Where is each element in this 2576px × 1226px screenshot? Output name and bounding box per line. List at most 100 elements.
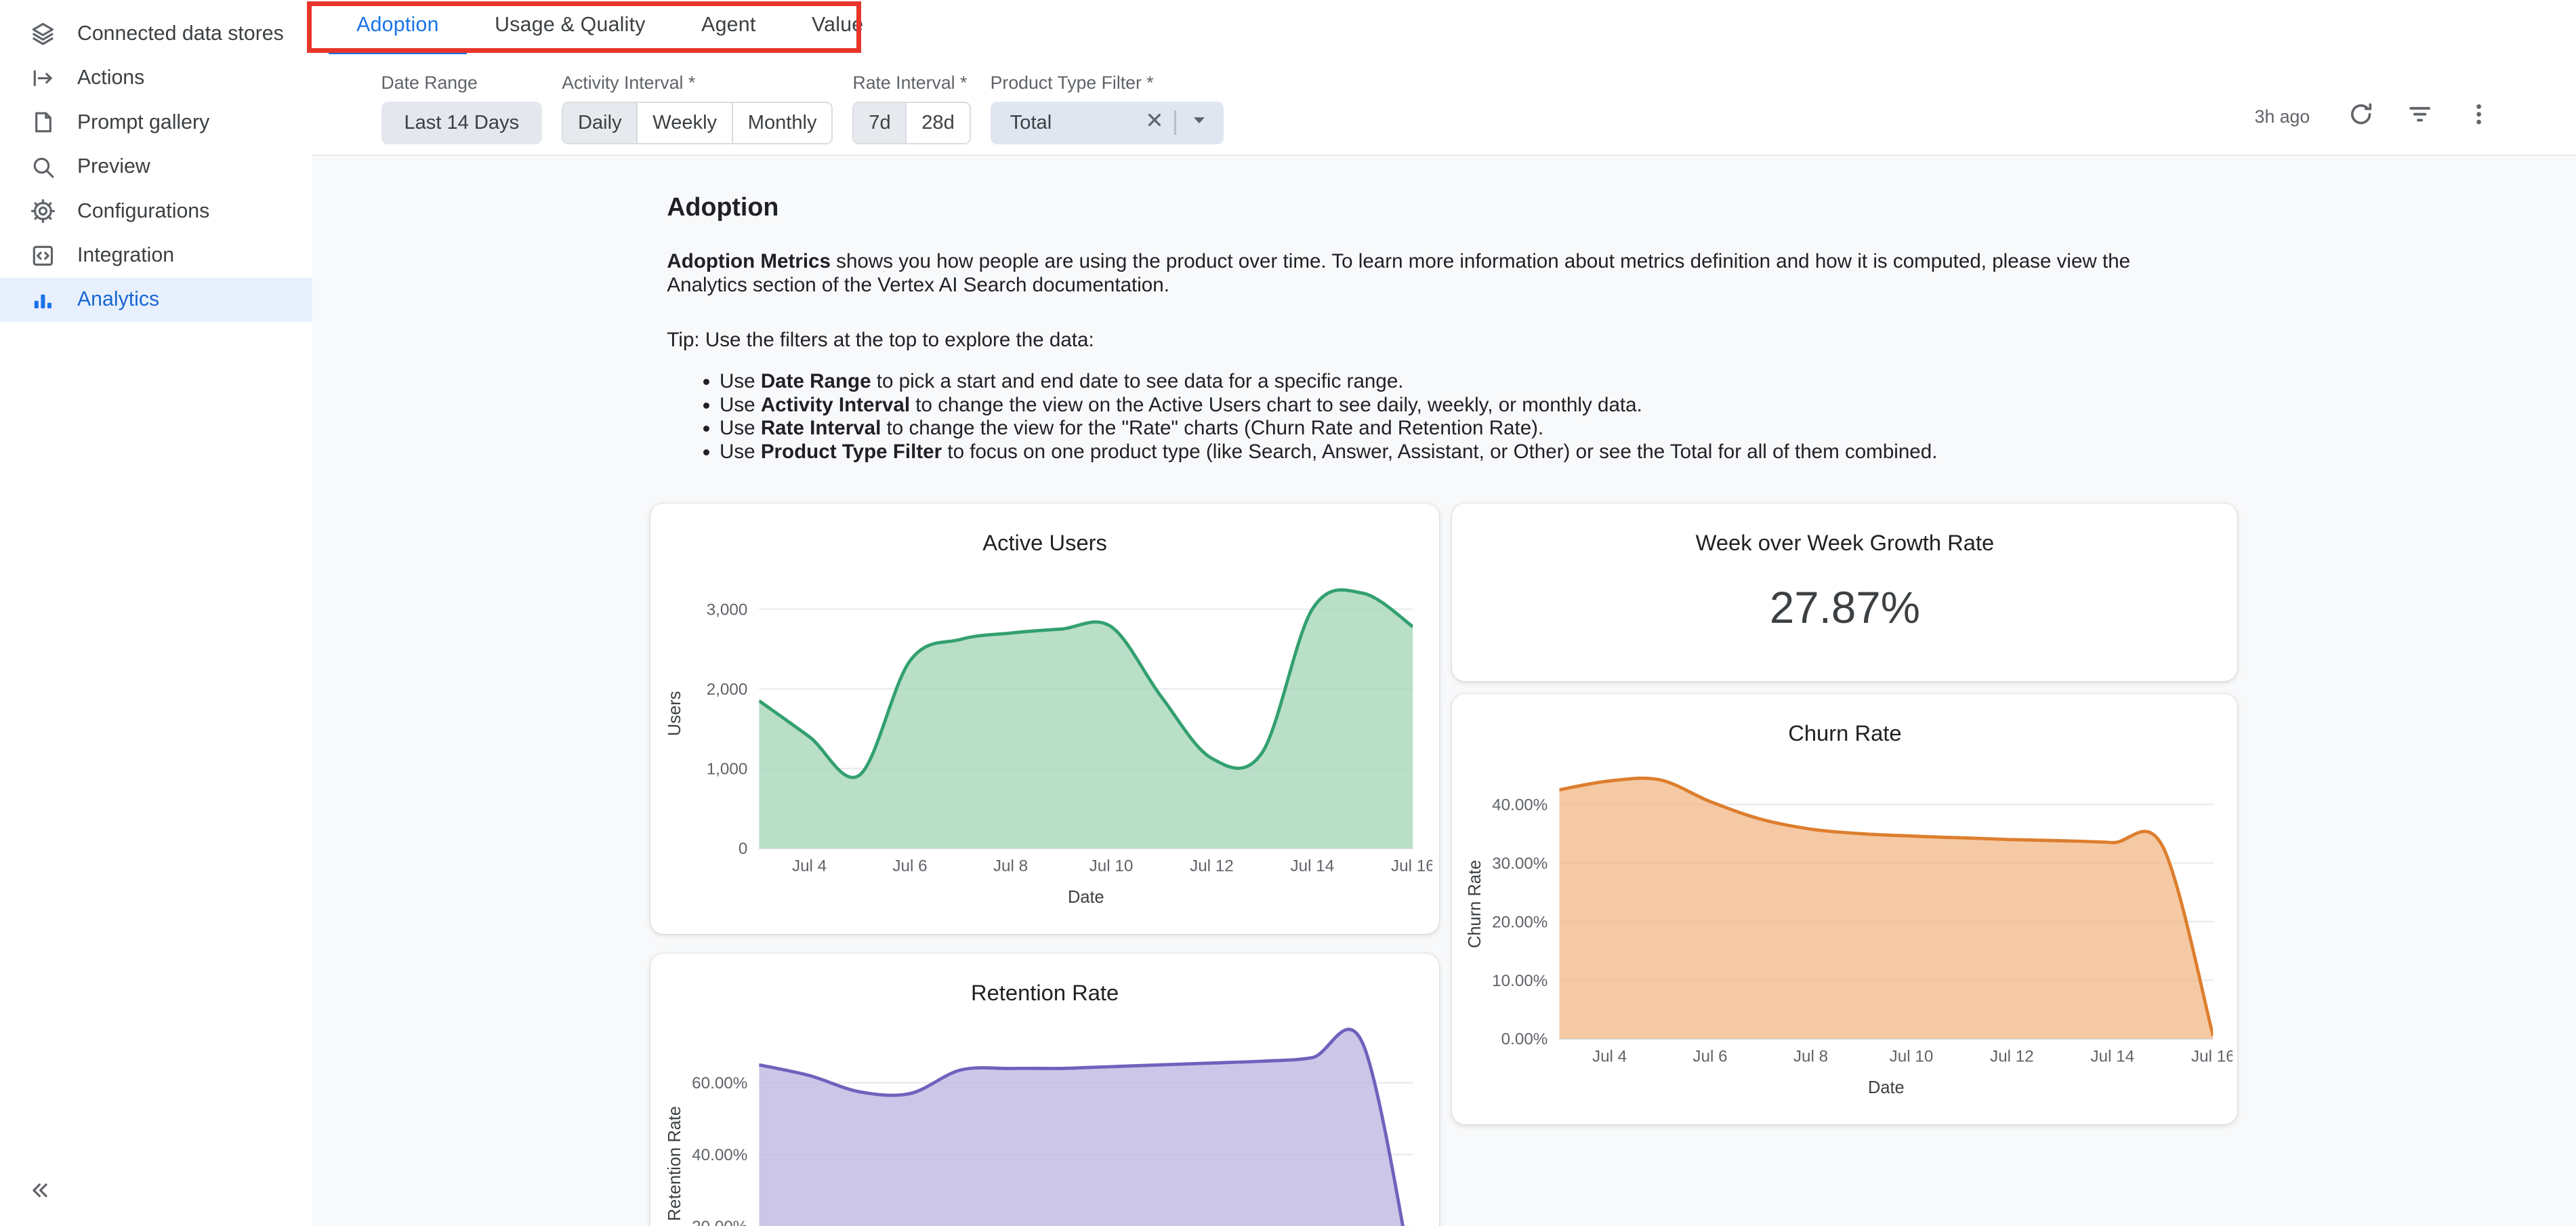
product-type-select[interactable]: Total [991, 102, 1224, 144]
product-type-group: Product Type Filter * Total [991, 73, 1224, 144]
svg-text:30.00%: 30.00% [1492, 855, 1547, 873]
rate-28d-button[interactable]: 28d [905, 103, 969, 143]
filter-bar: Date Range Last 14 Days Activity Interva… [312, 54, 2576, 156]
bullet-bold: Activity Interval [761, 394, 910, 416]
sidebar-item-label: Prompt gallery [77, 111, 209, 134]
tab-agent[interactable]: Agent [673, 0, 784, 54]
last-refreshed-text: 3h ago [2255, 106, 2310, 127]
chart-title: Week over Week Growth Rate [1452, 530, 2237, 556]
rate-7d-button[interactable]: 7d [854, 103, 905, 143]
svg-text:Churn Rate: Churn Rate [1466, 860, 1484, 948]
more-options-button[interactable] [2457, 96, 2500, 138]
tab-value[interactable]: Value [784, 0, 892, 54]
sidebar-item-analytics[interactable]: Analytics [0, 278, 312, 322]
chart-title: Active Users [650, 530, 1439, 556]
activity-interval-label: Activity Interval * [562, 73, 833, 94]
tab-bar: Adoption Usage & Quality Agent Value [312, 0, 2576, 54]
rate-interval-segmented: 7d 28d [852, 102, 970, 144]
clear-icon[interactable] [1143, 108, 1166, 137]
sidebar-item-connected-data-stores[interactable]: Connected data stores [0, 12, 312, 56]
collapse-sidebar-button[interactable] [20, 1173, 59, 1212]
svg-text:Jul 4: Jul 4 [792, 857, 827, 875]
sidebar-item-configurations[interactable]: Configurations [0, 189, 312, 233]
intro-bold: Adoption Metrics [667, 250, 831, 272]
page-title: Adoption [667, 192, 2237, 222]
svg-text:Jul 6: Jul 6 [1692, 1048, 1727, 1066]
svg-text:Retention Rate: Retention Rate [665, 1106, 684, 1221]
svg-text:Jul 10: Jul 10 [1089, 857, 1133, 875]
sidebar-item-prompt-gallery[interactable]: Prompt gallery [0, 100, 312, 144]
double-chevron-left-icon [26, 1177, 53, 1209]
search-icon [30, 154, 56, 180]
activity-daily-button[interactable]: Daily [563, 103, 636, 143]
churn-rate-chart: 0.00%10.00%20.00%30.00%40.00%Jul 4Jul 6J… [1457, 750, 2232, 1101]
sidebar-item-label: Actions [77, 66, 144, 89]
bullet-bold: Rate Interval [761, 417, 881, 439]
rate-interval-label: Rate Interval * [852, 73, 970, 94]
svg-text:Date: Date [1068, 887, 1104, 906]
sidebar: Connected data stores Actions Prompt gal… [0, 0, 312, 1226]
intro-paragraph: Adoption Metrics shows you how people ar… [667, 249, 2186, 297]
svg-text:Jul 12: Jul 12 [1990, 1048, 2034, 1066]
svg-text:Jul 16: Jul 16 [1391, 857, 1432, 875]
activity-interval-group: Activity Interval * Daily Weekly Monthly [562, 73, 833, 144]
vertex-ai-analytics-page: Connected data stores Actions Prompt gal… [0, 0, 2576, 1226]
svg-text:1,000: 1,000 [707, 760, 748, 778]
activity-interval-segmented: Daily Weekly Monthly [562, 102, 833, 144]
arrow-from-bar-icon [30, 65, 56, 91]
activity-weekly-button[interactable]: Weekly [636, 103, 731, 143]
document-icon [30, 109, 56, 136]
bullet-pre: Use [720, 441, 761, 463]
filter-toolbar: 3h ago [2255, 96, 2501, 138]
sidebar-item-actions[interactable]: Actions [0, 56, 312, 100]
svg-text:0: 0 [739, 840, 747, 858]
code-box-icon [30, 243, 56, 269]
intro-text: shows you how people are using the produ… [667, 250, 2130, 296]
sidebar-item-label: Connected data stores [77, 22, 284, 45]
tab-usage-quality[interactable]: Usage & Quality [467, 0, 673, 54]
svg-text:Jul 8: Jul 8 [1793, 1048, 1828, 1066]
tab-adoption[interactable]: Adoption [329, 0, 467, 54]
filter-button[interactable] [2398, 96, 2441, 138]
bullet-bold: Date Range [761, 370, 871, 392]
svg-text:20.00%: 20.00% [692, 1218, 747, 1226]
svg-text:3,000: 3,000 [707, 600, 748, 619]
sidebar-item-preview[interactable]: Preview [0, 144, 312, 188]
active-users-chart: 0 1,000 2,000 3,000 Jul 4 Jul 6 Jul 8 Jul 10 Jul… [657, 559, 1432, 911]
more-vert-icon [2465, 100, 2493, 134]
sidebar-item-label: Integration [77, 244, 174, 267]
svg-text:10.00%: 10.00% [1492, 972, 1547, 990]
bullet-item: Use Rate Interval to change the view for… [720, 417, 2237, 441]
svg-text:Jul 12: Jul 12 [1190, 857, 1234, 875]
bullet-rest: to change the view for the "Rate" charts… [881, 417, 1543, 439]
activity-monthly-button[interactable]: Monthly [732, 103, 831, 143]
sidebar-item-label: Configurations [77, 200, 209, 223]
tip-paragraph: Tip: Use the filters at the top to explo… [667, 328, 2186, 352]
refresh-button[interactable] [2340, 96, 2382, 138]
date-range-button[interactable]: Last 14 Days [381, 102, 543, 144]
svg-text:Date: Date [1868, 1078, 1905, 1097]
bullet-item: Use Activity Interval to change the view… [720, 394, 2237, 417]
wow-growth-card: Week over Week Growth Rate 27.87% [1452, 504, 2237, 681]
date-range-group: Date Range Last 14 Days [381, 73, 543, 144]
sidebar-item-label: Preview [77, 155, 150, 178]
churn-rate-card: Churn Rate 0.00%10.00%20.00%30.00%40.00%… [1452, 694, 2237, 1124]
svg-text:2,000: 2,000 [707, 680, 748, 699]
wow-growth-value: 27.87% [1452, 582, 2237, 633]
dropdown-arrow-icon[interactable] [1188, 108, 1211, 137]
bullet-bold: Product Type Filter [761, 441, 942, 463]
retention-rate-chart: 0.00%20.00%40.00%60.00%Jul 4Jul 6Jul 8Ju… [657, 1009, 1432, 1226]
chart-title: Retention Rate [650, 980, 1439, 1006]
svg-text:20.00%: 20.00% [1492, 913, 1547, 931]
svg-text:60.00%: 60.00% [692, 1074, 747, 1092]
svg-text:Users: Users [665, 691, 684, 735]
retention-rate-card: Retention Rate 0.00%20.00%40.00%60.00%Ju… [650, 954, 1439, 1226]
bullet-rest: to pick a start and end date to see data… [871, 370, 1404, 392]
layers-icon [30, 20, 56, 47]
sidebar-item-integration[interactable]: Integration [0, 233, 312, 277]
main-area: Adoption Usage & Quality Agent Value Dat… [312, 0, 2576, 1226]
rate-interval-group: Rate Interval * 7d 28d [852, 73, 970, 144]
svg-text:Jul 8: Jul 8 [993, 857, 1028, 875]
svg-text:Jul 6: Jul 6 [892, 857, 927, 875]
bullet-pre: Use [720, 370, 761, 392]
